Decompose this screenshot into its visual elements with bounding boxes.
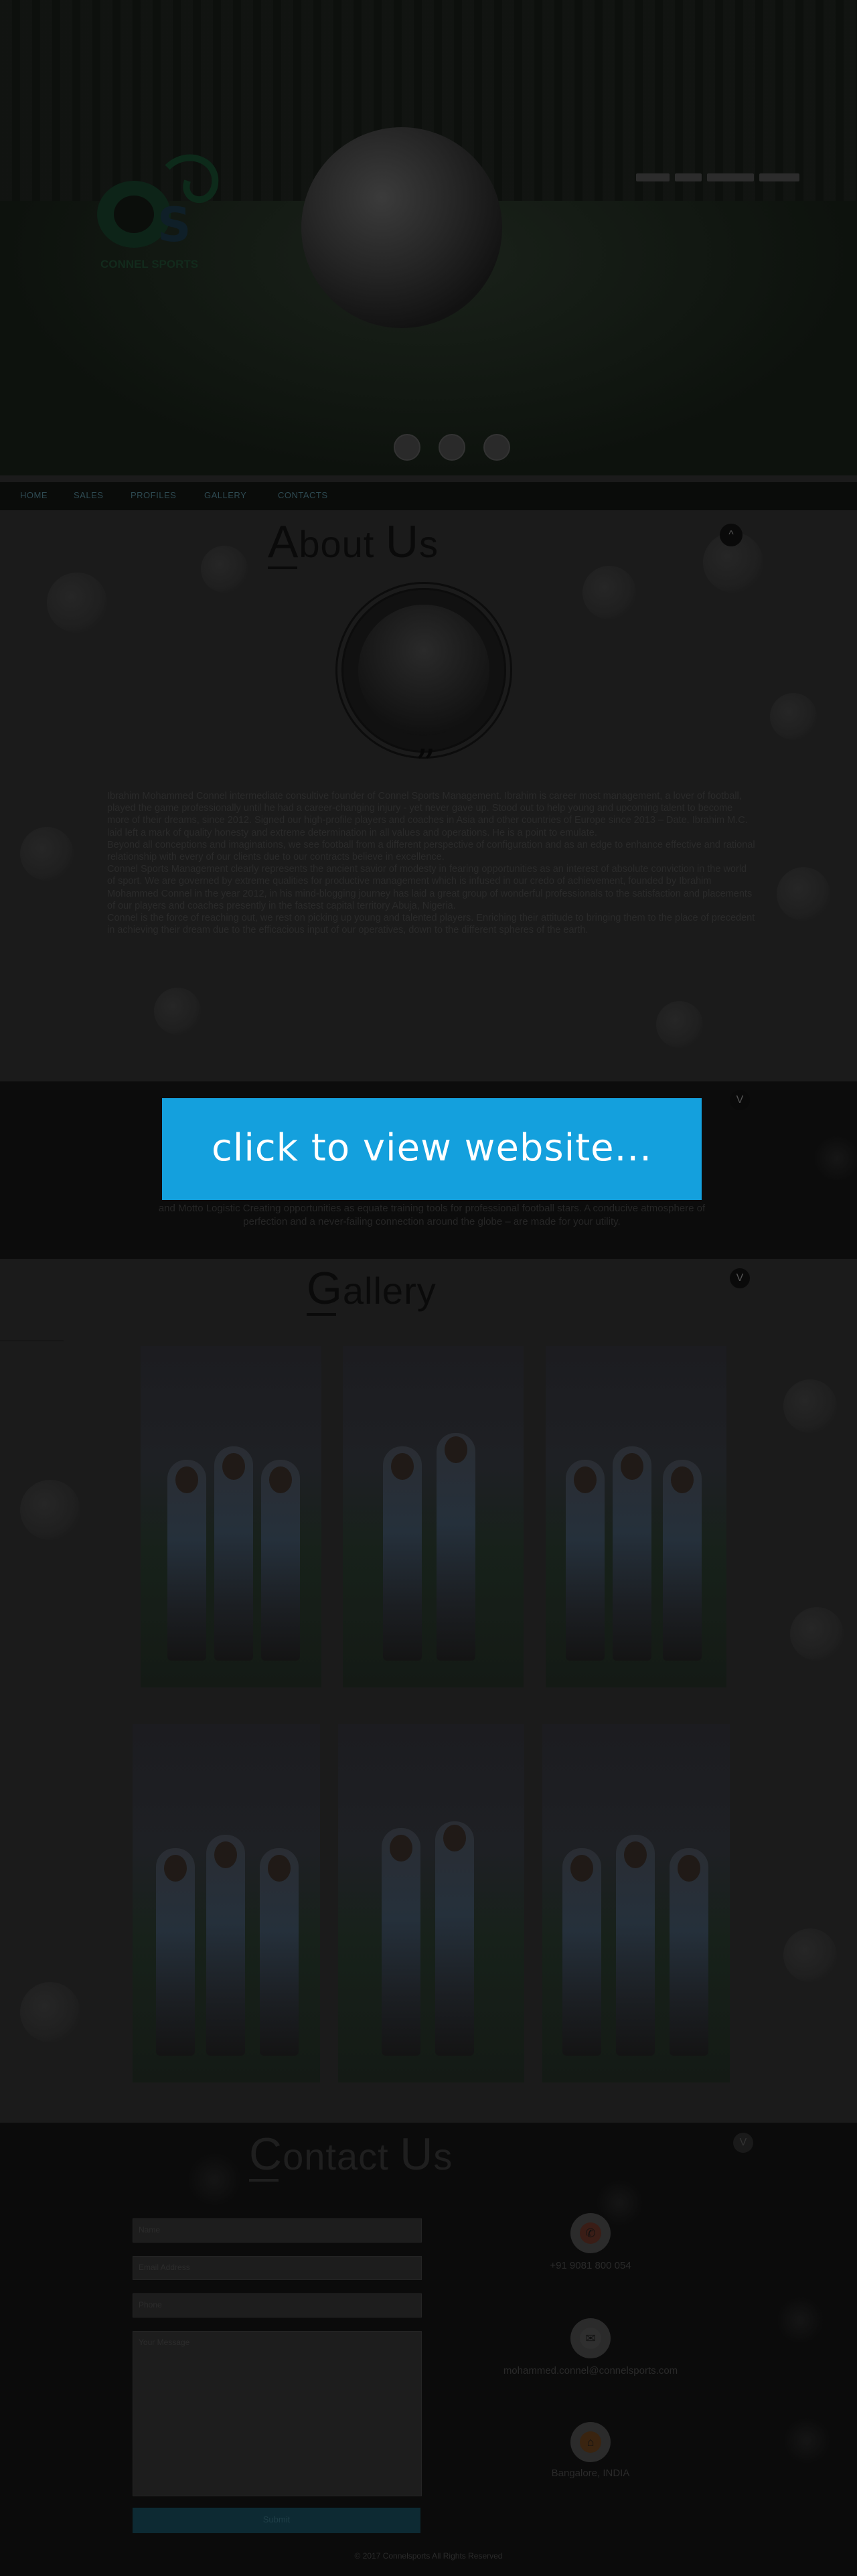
bg-ball-decoration	[201, 546, 248, 593]
bg-ball-decoration	[783, 2417, 830, 2464]
title-underline	[307, 1313, 336, 1316]
title-underline	[249, 2179, 279, 2182]
about-paragraph: Connel Sports Management clearly represe…	[107, 864, 753, 911]
bg-ball-decoration	[777, 2297, 824, 2344]
location-icon: ⌂	[580, 2431, 601, 2453]
about-title: About Us	[268, 516, 439, 569]
bg-ball-decoration	[582, 566, 636, 619]
phone-field[interactable]: Phone	[133, 2293, 422, 2318]
gallery-photo-6[interactable]	[542, 1724, 730, 2082]
connel-sports-logo[interactable]: S CONNEL SPORTS	[87, 141, 234, 281]
founder-photo-image	[358, 605, 489, 736]
bg-ball-decoration	[154, 988, 201, 1035]
bg-ball-decoration	[783, 1928, 837, 1982]
gallery-photo-5[interactable]	[338, 1724, 524, 2082]
email-icon-badge: ✉	[570, 2318, 611, 2358]
nav-profiles[interactable]: PROFILES	[131, 490, 176, 500]
contact-section	[0, 2123, 857, 2576]
founder-photo	[341, 588, 506, 753]
about-paragraph: Ibrahim Mohammed Connel intermediate con…	[107, 791, 748, 838]
mission-text: and Motto Logistic Creating opportunitie…	[158, 1203, 706, 1227]
email-field[interactable]: Email Address	[133, 2256, 422, 2280]
contact-email[interactable]: mohammed.connel@connelsports.com	[483, 2365, 698, 2376]
slider-dot-3[interactable]	[483, 434, 510, 461]
bg-ball-decoration	[813, 1135, 857, 1182]
collapse-about-button[interactable]: ^	[720, 524, 743, 546]
submit-button[interactable]: Submit	[133, 2508, 420, 2533]
gallery-photo-3[interactable]	[546, 1346, 726, 1687]
copyright-text: © 2017 Connelsports All Rights Reserved	[354, 2551, 503, 2561]
location-icon-badge: ⌂	[570, 2422, 611, 2462]
slider-dot-2[interactable]	[439, 434, 465, 461]
about-paragraph: Connel is the force of reaching out, we …	[107, 913, 755, 936]
gallery-title: Gallery	[307, 1262, 437, 1316]
nav-home[interactable]: HOME	[20, 490, 48, 500]
football-image	[301, 127, 502, 328]
bg-ball-decoration	[20, 1982, 80, 2042]
nav-sales[interactable]: SALES	[74, 490, 103, 500]
svg-text:S: S	[157, 198, 191, 252]
main-nav: HOME SALES PROFILES GALLERY CONTACTS	[0, 482, 857, 510]
expand-contact-button[interactable]: V	[733, 2133, 753, 2153]
gallery-photo-1[interactable]	[141, 1346, 321, 1687]
hero-banner: S CONNEL SPORTS	[0, 0, 857, 475]
email-icon: ✉	[580, 2328, 601, 2349]
expand-mission-button[interactable]: V	[730, 1090, 750, 1110]
bg-ball-decoration	[777, 867, 830, 921]
view-website-button[interactable]: click to view website...	[162, 1098, 702, 1200]
slider-dot-1[interactable]	[394, 434, 420, 461]
about-paragraph: Beyond all conceptions and imaginations,…	[107, 839, 755, 863]
bg-ball-decoration	[783, 1379, 837, 1433]
view-website-label: click to view website...	[211, 1126, 653, 1170]
nav-gallery[interactable]: GALLERY	[204, 490, 246, 500]
bg-ball-decoration	[187, 2153, 241, 2206]
about-text: Ibrahim Mohammed Connel intermediate con…	[107, 790, 757, 936]
bg-ball-decoration	[20, 1480, 80, 1540]
contact-title: Contact Us	[249, 2128, 453, 2182]
title-underline	[268, 566, 297, 569]
gallery-photo-4[interactable]	[133, 1724, 320, 2082]
nav-contacts[interactable]: CONTACTS	[278, 490, 328, 500]
message-textarea[interactable]: Your Message	[133, 2331, 422, 2496]
bg-ball-decoration	[20, 827, 74, 881]
bg-ball-decoration	[790, 1607, 844, 1661]
bg-ball-decoration	[770, 693, 817, 740]
gallery-photo-2[interactable]	[343, 1346, 524, 1687]
bg-ball-decoration	[47, 573, 107, 633]
svg-text:CONNEL SPORTS: CONNEL SPORTS	[100, 258, 198, 271]
phone-icon-badge: ✆	[570, 2213, 611, 2253]
phone-icon: ✆	[580, 2222, 601, 2244]
contact-location: Bangalore, INDIA	[551, 2468, 630, 2479]
contact-phone[interactable]: +91 9081 800 054	[483, 2260, 698, 2271]
expand-gallery-button[interactable]: V	[730, 1268, 750, 1288]
hero-slide-text	[636, 173, 837, 193]
bg-ball-decoration	[656, 1001, 703, 1048]
name-field[interactable]: Name	[133, 2218, 422, 2243]
quote-icon: ”	[415, 741, 436, 788]
